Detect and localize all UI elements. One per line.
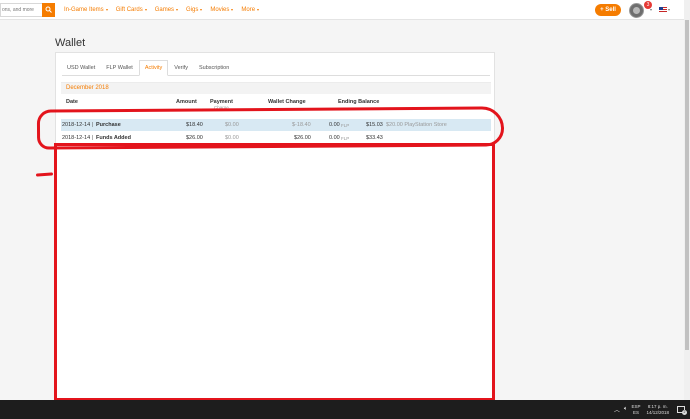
tab-usd-wallet[interactable]: USD Wallet [62, 60, 100, 76]
chevron-down-icon[interactable] [650, 9, 652, 11]
chevron-up-icon[interactable]: ︿ [614, 405, 620, 414]
search-icon [45, 6, 52, 13]
notification-badge[interactable]: 3 [644, 1, 652, 9]
clock[interactable]: 8:17 p. m. 14/12/2018 [646, 404, 669, 416]
chevron-down-icon [231, 9, 234, 11]
chevron-down-icon [200, 9, 203, 11]
us-flag-icon[interactable] [659, 7, 667, 12]
tab-verify[interactable]: Verify [169, 60, 193, 76]
wallet-tabs: USD Wallet FLP Wallet Activity Verify Su… [62, 60, 490, 76]
search-button[interactable] [42, 3, 55, 17]
month-header: December 2018 [61, 82, 491, 94]
avatar[interactable] [629, 3, 644, 18]
nav-gigs[interactable]: Gigs [186, 7, 203, 13]
search-input[interactable]: ons, and more [0, 3, 42, 17]
annotation-rectangle [54, 143, 495, 401]
chevron-down-icon [176, 9, 179, 11]
column-wallet-change: Wallet Change [268, 99, 306, 105]
action-center-icon[interactable]: 2 [677, 406, 687, 415]
nav-more[interactable]: More [241, 7, 260, 13]
chevron-down-icon [144, 9, 147, 11]
chevron-down-icon [105, 9, 108, 11]
page-scrollbar[interactable] [684, 0, 690, 400]
system-tray: ︿ 🔈︎ ESP ES 8:17 p. m. 14/12/2018 2 [614, 400, 690, 419]
main-menu: In-Game Items Gift Cards Games Gigs Movi… [64, 0, 267, 20]
tab-flp-wallet[interactable]: FLP Wallet [101, 60, 138, 76]
column-ending-balance: Ending Balance [338, 99, 380, 105]
sell-button[interactable]: + Sell [595, 4, 621, 16]
nav-gift-cards[interactable]: Gift Cards [116, 7, 147, 13]
tab-activity[interactable]: Activity [138, 60, 169, 76]
chevron-down-icon[interactable] [668, 9, 670, 11]
top-navigation-bar: ons, and more In-Game Items Gift Cards G… [0, 0, 690, 20]
chevron-down-icon [257, 9, 260, 11]
page-title: Wallet [55, 37, 86, 49]
scrollbar-thumb[interactable] [685, 20, 689, 350]
language-indicator[interactable]: ESP ES [631, 404, 640, 416]
action-center-count: 2 [682, 410, 687, 415]
column-date: Date [66, 99, 78, 105]
speaker-icon[interactable]: 🔈︎ [624, 406, 628, 413]
nav-games[interactable]: Games [155, 7, 179, 13]
tab-subscription[interactable]: Subscription [194, 60, 234, 76]
column-amount: Amount [176, 99, 197, 105]
nav-movies[interactable]: Movies [210, 7, 234, 13]
os-taskbar: ︿ 🔈︎ ESP ES 8:17 p. m. 14/12/2018 2 [0, 400, 690, 419]
annotation-mark [35, 172, 54, 177]
nav-in-game-items[interactable]: In-Game Items [64, 7, 108, 13]
